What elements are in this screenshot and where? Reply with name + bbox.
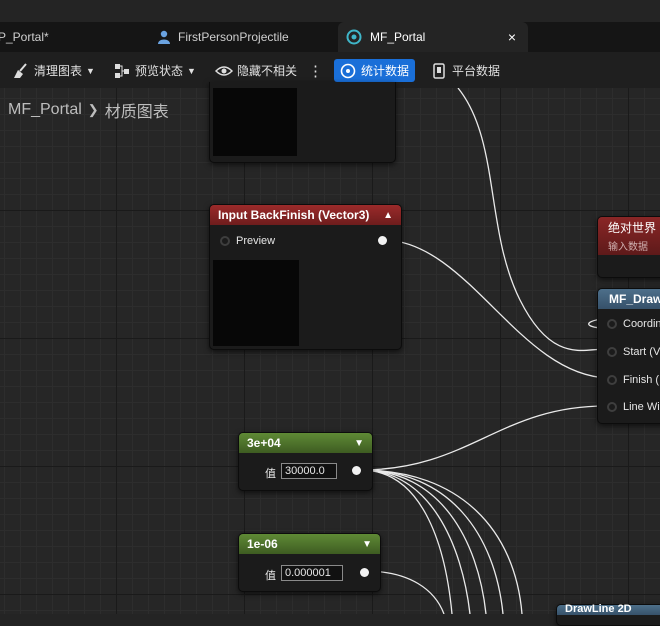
node-header: 3e+04 ▼: [239, 433, 372, 453]
drawline-node[interactable]: DrawLine 2D: [556, 603, 660, 626]
chevron-up-icon[interactable]: ▲: [383, 210, 393, 221]
breadcrumb: MF_Portal ❯ 材质图表: [8, 98, 169, 122]
wire: [360, 469, 504, 614]
clean-graph-button[interactable]: 清理图表 ▼: [12, 59, 95, 82]
stats-label: 统计数据: [361, 64, 410, 78]
node-title: Input BackFinish (Vector3): [218, 208, 370, 222]
constant-node-small[interactable]: 1e-06 ▼ 值 0.000001: [238, 533, 381, 592]
stats-icon: [340, 63, 356, 78]
wire: [457, 88, 609, 352]
value-field[interactable]: 30000.0: [281, 463, 337, 479]
node-header: Input BackFinish (Vector3) ▲: [210, 205, 401, 225]
input-pin[interactable]: [607, 375, 617, 385]
platform-stats-label: 平台数据: [452, 64, 501, 78]
pin-label: Line Wi: [623, 401, 660, 413]
chevron-down-icon: ▼: [86, 65, 95, 76]
input-pin[interactable]: [220, 236, 230, 246]
preview-state-label: 预览状态: [135, 64, 184, 78]
output-pin[interactable]: [378, 236, 387, 245]
tab-label: P_Portal*: [0, 30, 49, 44]
output-pin[interactable]: [352, 466, 361, 475]
tab-label: MF_Portal: [370, 30, 426, 44]
hide-unrelated-label: 隐藏不相关: [237, 64, 298, 78]
broom-icon: [14, 62, 27, 78]
nodes-icon: [115, 63, 129, 78]
value-label: 值: [265, 570, 276, 582]
chevron-down-icon[interactable]: ▼: [362, 539, 372, 550]
pin-label: Finish (: [623, 374, 660, 386]
platform-icon: [433, 62, 445, 79]
tab-p-portal[interactable]: P_Portal*: [0, 22, 140, 52]
value-label: 值: [265, 468, 276, 480]
node-preview: [213, 88, 297, 156]
tab-first-person-projectile[interactable]: FirstPersonProjectile: [150, 22, 330, 52]
chevron-down-icon[interactable]: ▼: [354, 438, 364, 449]
mf-draw-node[interactable]: MF_Draw Coordin Start (V Finish ( Line W…: [597, 288, 660, 424]
stats-button[interactable]: 统计数据: [334, 59, 416, 82]
input-backfinish-node[interactable]: Input BackFinish (Vector3) ▲ Preview: [209, 204, 402, 350]
chevron-down-icon: ▼: [187, 65, 196, 76]
tab-mf-portal[interactable]: MF_Portal ×: [338, 22, 528, 52]
node-title: 1e-06: [247, 537, 278, 551]
node-title: 3e+04: [247, 436, 281, 450]
wire: [360, 469, 523, 614]
pin-label: Coordin: [623, 318, 660, 330]
platform-stats-button[interactable]: 平台数据: [432, 59, 500, 82]
preview-state-button[interactable]: 预览状态 ▼: [114, 59, 196, 82]
node-title: 绝对世界: [608, 221, 657, 235]
hide-unrelated-button[interactable]: 隐藏不相关: [215, 59, 297, 82]
hidden-preview-node[interactable]: [209, 82, 396, 163]
node-title: DrawLine 2D: [565, 603, 632, 615]
node-header: 1e-06 ▼: [239, 534, 380, 554]
blueprint-icon: [158, 30, 170, 44]
node-preview: [213, 260, 299, 346]
more-options-button[interactable]: ⋮: [308, 59, 323, 82]
breadcrumb-current[interactable]: 材质图表: [105, 98, 169, 122]
value-field[interactable]: 0.000001: [281, 565, 343, 581]
clean-graph-label: 清理图表: [34, 64, 83, 78]
close-icon[interactable]: ×: [508, 29, 516, 45]
node-header: 绝对世界 输入数据: [598, 217, 660, 255]
node-subtitle: 输入数据: [608, 242, 648, 253]
wire: [360, 405, 609, 471]
wire: [386, 239, 609, 379]
breadcrumb-separator: ❯: [87, 102, 99, 117]
output-pin[interactable]: [360, 568, 369, 577]
tab-label: FirstPersonProjectile: [178, 30, 289, 44]
constant-node-large[interactable]: 3e+04 ▼ 值 30000.0: [238, 432, 373, 491]
breadcrumb-root[interactable]: MF_Portal: [8, 101, 82, 119]
node-header: MF_Draw: [598, 289, 660, 309]
pin-label: Preview: [236, 235, 276, 247]
pin-label: Start (V: [623, 346, 660, 358]
eye-icon: [215, 65, 233, 76]
absolute-world-position-node[interactable]: 绝对世界 输入数据: [597, 216, 660, 278]
node-title: MF_Draw: [609, 292, 660, 306]
tab-bar: P_Portal* FirstPersonProjectile MF_Porta…: [0, 22, 660, 52]
input-pin[interactable]: [607, 402, 617, 412]
input-pin[interactable]: [607, 347, 617, 357]
material-function-icon: [346, 29, 362, 45]
input-pin[interactable]: [607, 319, 617, 329]
